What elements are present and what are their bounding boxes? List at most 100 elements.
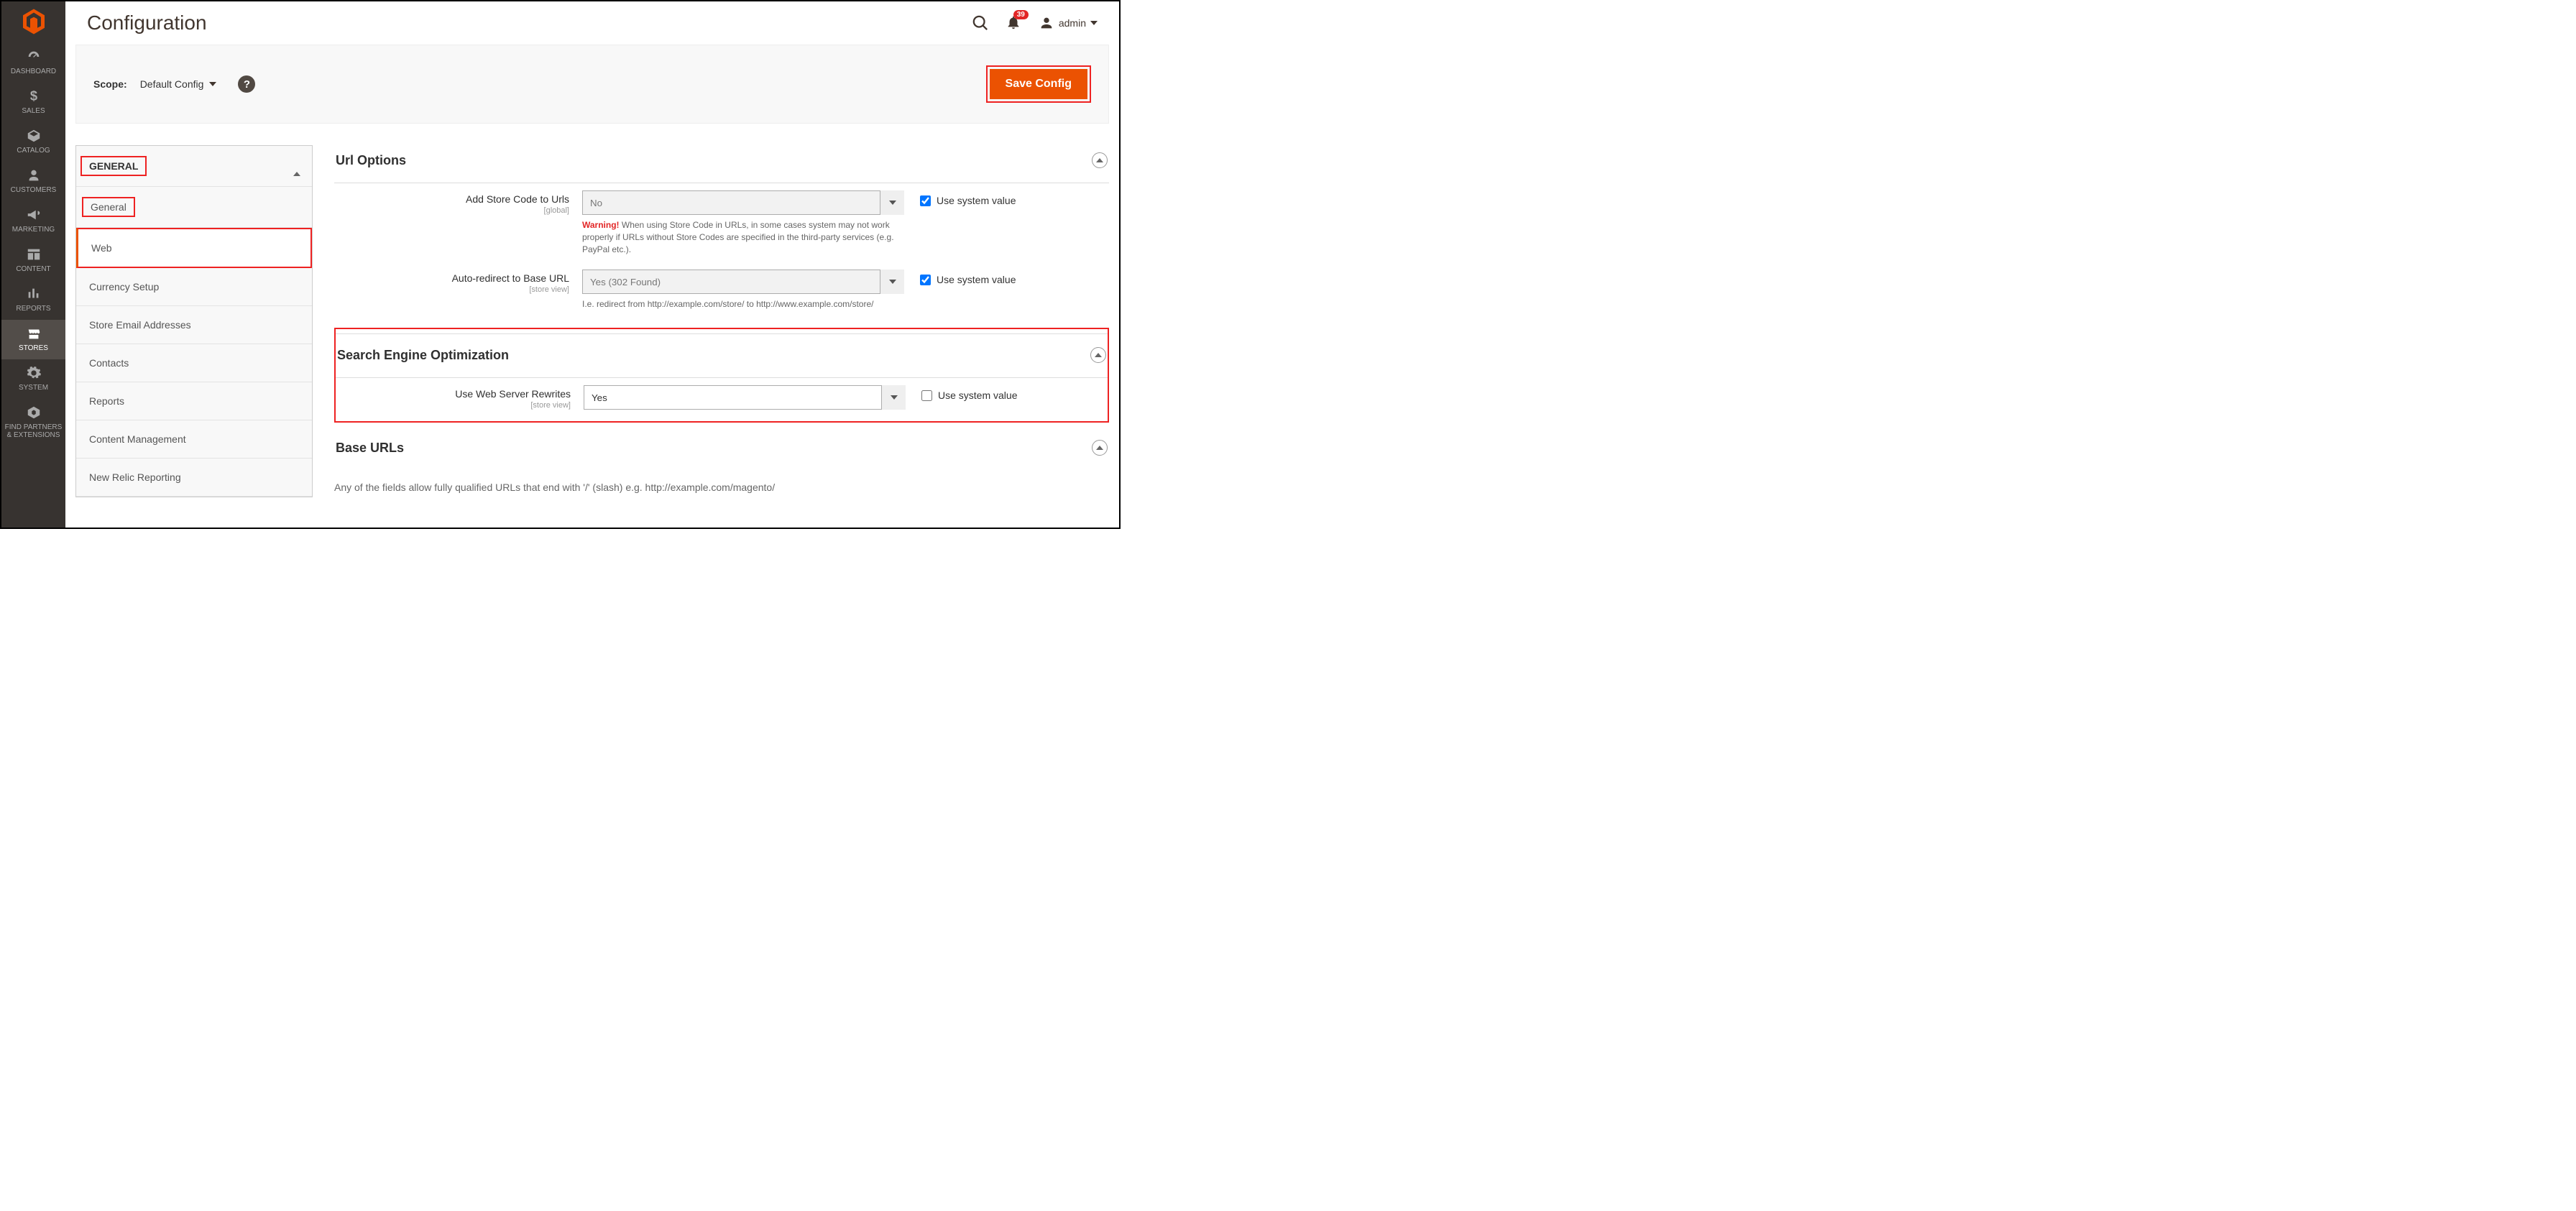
- field-note: Warning! When using Store Code in URLs, …: [582, 219, 904, 255]
- field-note: I.e. redirect from http://example.com/st…: [582, 298, 904, 310]
- scope-bar: Scope: Default Config ? Save Config: [75, 45, 1109, 124]
- tab-item-web[interactable]: Web: [76, 228, 312, 268]
- nav-label: CUSTOMERS: [3, 186, 64, 194]
- gear-icon: [24, 365, 43, 381]
- section-title: Search Engine Optimization: [337, 348, 509, 363]
- tab-label: Store Email Addresses: [89, 319, 191, 331]
- nav-label: CONTENT: [3, 265, 64, 273]
- tab-item-contacts[interactable]: Contacts: [76, 344, 312, 382]
- collapse-icon: [1092, 152, 1108, 168]
- megaphone-icon: [24, 207, 43, 223]
- nav-label: REPORTS: [3, 305, 64, 313]
- box-icon: [24, 128, 43, 144]
- section-title: Url Options: [336, 153, 406, 168]
- caret-down-icon: [209, 82, 216, 86]
- section-url-options: Url Options Add Store Code to Urls [glob…: [334, 145, 1109, 318]
- nav-label: SALES: [3, 107, 64, 115]
- nav-label: DASHBOARD: [3, 68, 64, 75]
- nav-label: SYSTEM: [3, 384, 64, 392]
- nav-label: CATALOG: [3, 147, 64, 155]
- field-scope: [store view]: [334, 285, 569, 294]
- scope-select[interactable]: Default Config: [140, 78, 217, 90]
- main-column: Configuration 39 admin Scope: Default Co…: [65, 1, 1119, 528]
- nav-label: STORES: [3, 344, 64, 352]
- field-label: Use Web Server Rewrites: [455, 388, 571, 400]
- add-store-code-select[interactable]: [582, 190, 904, 215]
- nav-stores[interactable]: STORES: [1, 320, 65, 359]
- nav-dashboard[interactable]: DASHBOARD: [1, 43, 65, 83]
- field-label: Add Store Code to Urls: [466, 193, 569, 205]
- save-config-button[interactable]: Save Config: [990, 69, 1087, 99]
- topbar: Configuration 39 admin: [65, 1, 1119, 45]
- section-seo: Search Engine Optimization Use Web Serve…: [334, 328, 1109, 423]
- tab-label: Reports: [89, 395, 124, 407]
- scope-value: Default Config: [140, 78, 204, 90]
- section-title: Base URLs: [336, 441, 404, 456]
- tab-item-new-relic[interactable]: New Relic Reporting: [76, 459, 312, 497]
- tab-label: Contacts: [89, 357, 129, 369]
- nav-customers[interactable]: CUSTOMERS: [1, 162, 65, 201]
- nav-label: FIND PARTNERS& EXTENSIONS: [3, 423, 64, 439]
- use-system-value-label: Use system value: [937, 274, 1016, 285]
- collapse-icon: [1090, 347, 1106, 363]
- puzzle-icon: [24, 405, 43, 420]
- auto-redirect-select[interactable]: [582, 270, 904, 294]
- search-icon[interactable]: [972, 15, 988, 31]
- notification-count: 39: [1013, 10, 1029, 19]
- nav-catalog[interactable]: CATALOG: [1, 122, 65, 162]
- field-label: Auto-redirect to Base URL: [452, 272, 569, 284]
- config-content: Url Options Add Store Code to Urls [glob…: [334, 145, 1109, 528]
- nav-marketing[interactable]: MARKETING: [1, 201, 65, 241]
- section-head-base-urls[interactable]: Base URLs: [334, 433, 1109, 470]
- username: admin: [1059, 17, 1086, 29]
- admin-nav: DASHBOARD $ SALES CATALOG CUSTOMERS MARK…: [1, 1, 65, 528]
- nav-reports[interactable]: REPORTS: [1, 280, 65, 320]
- use-system-value-label: Use system value: [937, 195, 1016, 206]
- section-head-seo[interactable]: Search Engine Optimization: [336, 333, 1108, 378]
- tab-label: Web: [91, 242, 112, 254]
- tab-item-store-email[interactable]: Store Email Addresses: [76, 306, 312, 344]
- use-system-value-label: Use system value: [938, 390, 1017, 401]
- tab-item-general[interactable]: General: [76, 187, 312, 228]
- tab-group-label: GENERAL: [80, 156, 147, 176]
- nav-content[interactable]: CONTENT: [1, 241, 65, 280]
- page-title: Configuration: [87, 11, 207, 34]
- tab-group-general[interactable]: GENERAL: [76, 146, 312, 187]
- tab-item-currency-setup[interactable]: Currency Setup: [76, 268, 312, 306]
- store-icon: [24, 326, 43, 341]
- notifications-button[interactable]: 39: [1006, 14, 1021, 32]
- dollar-icon: $: [24, 88, 43, 104]
- use-system-value-checkbox[interactable]: [921, 390, 932, 401]
- tab-label: Content Management: [89, 433, 186, 445]
- caret-down-icon: [1090, 21, 1098, 25]
- layout-icon: [24, 247, 43, 262]
- nav-system[interactable]: SYSTEM: [1, 359, 65, 399]
- nav-sales[interactable]: $ SALES: [1, 83, 65, 122]
- rewrites-select[interactable]: [584, 385, 906, 410]
- tab-item-content-management[interactable]: Content Management: [76, 420, 312, 459]
- bar-chart-icon: [24, 286, 43, 302]
- tab-item-reports[interactable]: Reports: [76, 382, 312, 420]
- field-rewrites: Use Web Server Rewrites [store view] Use: [336, 378, 1108, 417]
- use-system-value-checkbox[interactable]: [920, 195, 931, 206]
- person-icon: [24, 167, 43, 183]
- section-head-url-options[interactable]: Url Options: [334, 145, 1109, 183]
- use-system-value-checkbox[interactable]: [920, 275, 931, 285]
- help-icon[interactable]: ?: [238, 75, 255, 93]
- field-add-store-code: Add Store Code to Urls [global] Warning!…: [334, 183, 1109, 262]
- collapse-icon: [1092, 440, 1108, 456]
- tab-label: General: [82, 197, 135, 217]
- base-urls-note: Any of the fields allow fully qualified …: [334, 482, 1109, 493]
- scope-label: Scope:: [93, 78, 127, 90]
- tab-label: New Relic Reporting: [89, 471, 181, 483]
- dashboard-icon: [24, 49, 43, 65]
- section-base-urls: Base URLs Any of the fields allow fully …: [334, 433, 1109, 493]
- svg-text:$: $: [29, 88, 37, 103]
- field-scope: [global]: [334, 206, 569, 215]
- config-tabs: GENERAL General Web Currency Setup Store…: [75, 145, 313, 497]
- nav-label: MARKETING: [3, 226, 64, 234]
- user-menu[interactable]: admin: [1039, 15, 1098, 31]
- field-scope: [store view]: [336, 401, 571, 410]
- nav-partners[interactable]: FIND PARTNERS& EXTENSIONS: [1, 399, 65, 446]
- chevron-up-icon: [293, 160, 300, 172]
